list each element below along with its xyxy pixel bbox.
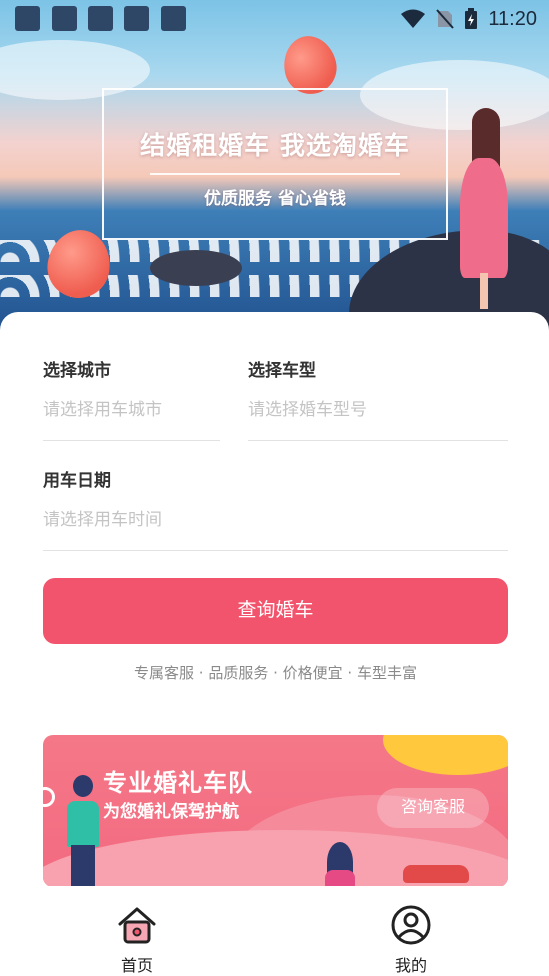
clock-time: 11:20 <box>488 7 537 30</box>
city-select[interactable]: 请选择用车城市 <box>43 397 220 423</box>
app-icon <box>161 6 186 31</box>
car-type-field[interactable]: 选择车型 请选择婚车型号 <box>248 359 508 441</box>
man-illustration <box>63 775 103 887</box>
hero-frame <box>102 88 448 240</box>
home-icon <box>118 907 156 944</box>
wifi-icon <box>401 9 426 28</box>
app-icon <box>88 6 113 31</box>
query-button[interactable]: 查询婚车 <box>43 578 508 644</box>
field-underline <box>43 550 508 551</box>
app-icon <box>15 6 40 31</box>
app-icon <box>52 6 77 31</box>
search-form-card: 选择城市 请选择用车城市 选择车型 请选择婚车型号 用车日期 请选择用车时间 查… <box>0 312 549 902</box>
car-type-label: 选择车型 <box>248 361 316 381</box>
hero-banner: 结婚租婚车 我选淘婚车 优质服务 省心省钱 <box>0 0 549 340</box>
no-sim-icon <box>436 9 455 29</box>
date-label: 用车日期 <box>43 471 111 491</box>
banner-subtitle: 为您婚礼保驾护航 <box>103 802 239 822</box>
field-underline <box>248 440 508 441</box>
consult-service-button[interactable]: 咨询客服 <box>377 788 489 828</box>
ring-shape <box>43 787 55 807</box>
app-icon <box>124 6 149 31</box>
rock-shape <box>150 250 242 286</box>
city-field[interactable]: 选择城市 请选择用车城市 <box>43 359 220 441</box>
nav-home[interactable]: 首页 <box>77 904 197 976</box>
user-icon <box>391 905 431 945</box>
battery-charging-icon <box>465 8 478 29</box>
date-select[interactable]: 请选择用车时间 <box>43 507 508 533</box>
banner-title: 专业婚礼车队 <box>103 769 253 797</box>
car-type-select[interactable]: 请选择婚车型号 <box>248 397 508 423</box>
car-illustration <box>403 865 469 883</box>
features-text: 专属客服 · 品质服务 · 价格便宜 · 车型丰富 <box>134 664 417 682</box>
status-bar: 11:20 <box>0 0 549 38</box>
bottom-nav: 首页 我的 <box>0 886 549 976</box>
woman-illustration <box>303 830 363 887</box>
nav-mine-label: 我的 <box>394 956 427 975</box>
city-label: 选择城市 <box>43 361 111 381</box>
field-underline <box>43 440 220 441</box>
hero-title: 结婚租婚车 我选淘婚车 <box>140 131 410 160</box>
hero-subtitle: 优质服务 省心省钱 <box>204 189 346 209</box>
date-field[interactable]: 用车日期 请选择用车时间 <box>43 469 508 551</box>
hero-divider <box>150 173 400 175</box>
status-icons: 11:20 <box>400 6 537 32</box>
girl-illustration <box>452 108 512 309</box>
nav-mine[interactable]: 我的 <box>351 904 471 976</box>
nav-home-label: 首页 <box>120 956 153 975</box>
promo-banner[interactable]: 专业婚礼车队 为您婚礼保驾护航 咨询客服 <box>43 735 508 887</box>
